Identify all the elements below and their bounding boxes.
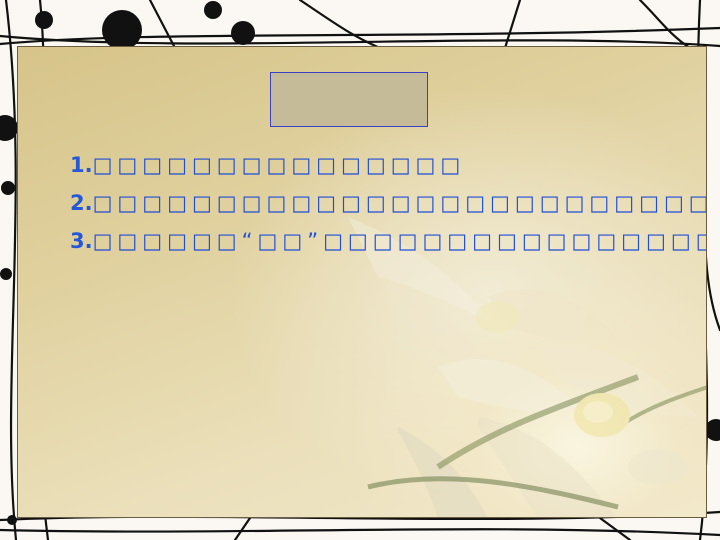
list-item: 3.□□□□□□“□□”□□□□□□□□□□□□□□□□□□□□□□□□□□□□… xyxy=(70,222,706,260)
content-panel: 1.□□□□□□□□□□□□□□□ 2.□□□□□□□□□□□□□□□□□□□□… xyxy=(17,46,707,518)
item-text: □□□□□□□□□□□□□□□□□□□□□□□□□□□ xyxy=(92,191,707,215)
item-text: □□□□□□□□□□□□□□□ xyxy=(92,153,466,177)
item-number: 3. xyxy=(70,229,93,253)
list-item: 2.□□□□□□□□□□□□□□□□□□□□□□□□□□□ xyxy=(70,184,706,222)
content-list: 1.□□□□□□□□□□□□□□□ 2.□□□□□□□□□□□□□□□□□□□□… xyxy=(70,146,706,260)
item-text: □□□□□□“□□”□□□□□□□□□□□□□□□□□□□□□□□□□□□□□□… xyxy=(92,229,707,253)
title-box xyxy=(270,72,428,127)
list-item: 1.□□□□□□□□□□□□□□□ xyxy=(70,146,655,184)
item-number: 2. xyxy=(70,191,93,215)
item-number: 1. xyxy=(70,153,93,177)
slide: 1.□□□□□□□□□□□□□□□ 2.□□□□□□□□□□□□□□□□□□□□… xyxy=(0,0,720,540)
